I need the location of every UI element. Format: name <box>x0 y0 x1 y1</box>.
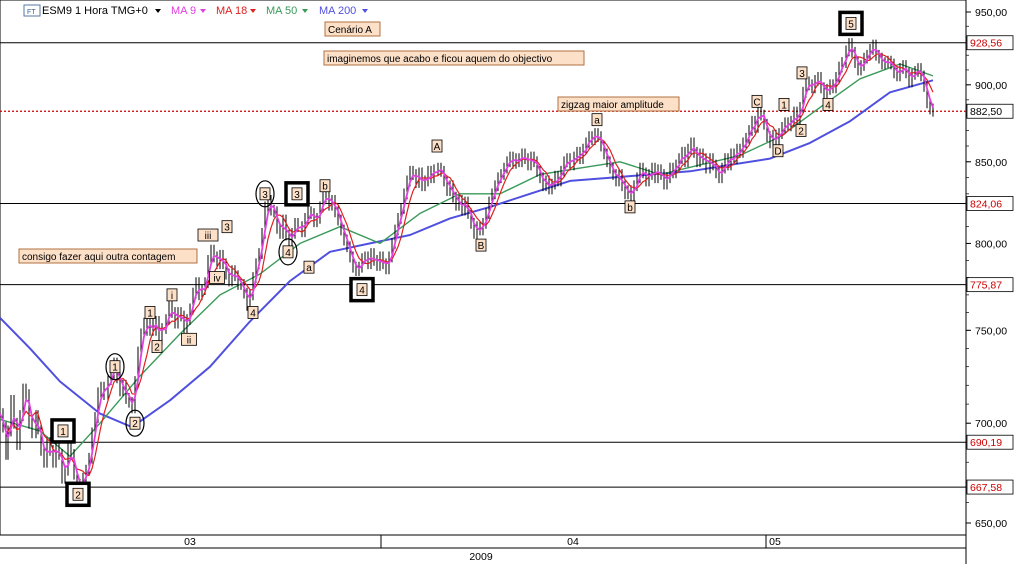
wave-label[interactable]: D <box>772 144 784 158</box>
wave-label-text: 3 <box>262 190 268 201</box>
wave-label-text: 2 <box>798 126 804 137</box>
wave-label-text: b <box>627 203 633 214</box>
y-tick-label: 900,00 <box>975 80 1007 92</box>
hline-value-label: 667,58 <box>970 482 1002 494</box>
wave-label-text: i <box>171 291 173 302</box>
hline-value-label: 824,06 <box>970 199 1002 211</box>
y-tick-label: 700,00 <box>975 418 1007 430</box>
wave-label[interactable]: 2 <box>795 124 807 137</box>
x-tick-label: 04 <box>567 536 579 548</box>
wave-label[interactable]: 3 <box>796 66 808 80</box>
wave-label[interactable]: 4 <box>349 276 375 303</box>
ma50-label[interactable]: MA 50 <box>266 5 297 17</box>
note-zigzag: zigzag maior amplitude <box>561 100 664 111</box>
wave-label[interactable]: C <box>751 94 763 108</box>
wave-label-text: 1 <box>60 427 66 438</box>
wave-label-text: D <box>774 147 781 158</box>
ma9-label[interactable]: MA 9 <box>171 5 196 17</box>
hline-value-label: 928,56 <box>970 38 1002 50</box>
wave-label[interactable]: B <box>475 238 487 252</box>
wave-label[interactable]: b <box>624 200 636 214</box>
wave-label-text: a <box>594 116 600 127</box>
chart-root: 1 2 1 2 1 2 i ii iii iv 3 4 3 3 4 b a 4 A Ba b C 1 2 D 3 4 5 950,00… <box>0 0 1015 564</box>
wave-label[interactable]: 5 <box>838 10 864 37</box>
wave-label-text: a <box>306 263 312 274</box>
wave-label-text: 2 <box>132 419 138 430</box>
wave-label[interactable]: 1 <box>144 306 156 319</box>
y-tick-label: 800,00 <box>975 238 1007 250</box>
wave-label-text: ii <box>187 335 191 346</box>
scenario-note: Cenário A <box>328 25 372 36</box>
x-tick-label: 03 <box>184 536 196 548</box>
wave-label-text: iv <box>213 273 220 284</box>
wave-label[interactable]: 1 <box>778 97 790 111</box>
symbol-label[interactable]: ESM9 1 Hora TMG+0 <box>42 5 148 17</box>
wave-label-text: 2 <box>75 490 81 501</box>
wave-label-text: 2 <box>154 343 160 354</box>
ma18-label[interactable]: MA 18 <box>216 5 247 17</box>
wave-label[interactable]: b <box>319 179 331 193</box>
y-tick-label: 950,00 <box>975 7 1007 19</box>
wave-label[interactable]: 3 <box>284 181 310 207</box>
wave-label[interactable]: 4 <box>822 97 834 111</box>
wave-label-text: 1 <box>781 100 787 111</box>
wave-label-text: 4 <box>825 100 831 111</box>
wave-label-text: b <box>322 182 328 193</box>
wave-label-text: 5 <box>848 19 854 30</box>
note-count: consigo fazer aqui outra contagem <box>22 252 175 263</box>
wave-label[interactable]: 3 <box>221 220 233 234</box>
wave-label[interactable]: iv <box>209 271 225 284</box>
y-tick-label: 750,00 <box>975 325 1007 337</box>
hline-value-label: 775,87 <box>970 280 1002 292</box>
wave-label[interactable]: a <box>303 260 315 274</box>
wave-label-text: 4 <box>285 248 291 259</box>
wave-label-text: C <box>753 97 760 108</box>
wave-label-text: A <box>434 142 441 153</box>
wave-label[interactable]: 1 <box>50 418 76 444</box>
wave-label-text: 3 <box>799 69 805 80</box>
wave-label[interactable]: 4 <box>247 306 259 319</box>
wave-label-text: iii <box>205 231 212 242</box>
x-year-label: 2009 <box>469 551 493 563</box>
note-objective: imaginemos que acabo e ficou aquem do ob… <box>327 54 553 65</box>
wave-label[interactable]: iii <box>197 228 219 242</box>
hline-value-label: 690,19 <box>970 437 1002 449</box>
last-price-label: 882,50 <box>970 106 1002 118</box>
wave-label[interactable]: a <box>591 113 603 127</box>
wave-label-text: 3 <box>294 190 300 201</box>
wave-label-text: 1 <box>112 363 118 374</box>
x-tick-label: 05 <box>769 536 781 548</box>
wave-label[interactable]: i <box>166 288 178 302</box>
y-tick-label: 650,00 <box>975 518 1007 530</box>
price-chart[interactable]: 121212iiiiiiiv343 34ba4ABabC 12D345 950,00… <box>0 0 1015 564</box>
wave-label[interactable]: 2 <box>151 340 163 354</box>
wave-label[interactable]: A <box>431 139 443 153</box>
ft-logo-icon-text: FT <box>27 9 36 16</box>
wave-label-text: B <box>478 241 485 252</box>
wave-label[interactable]: 2 <box>65 481 91 508</box>
wave-label-text: 3 <box>224 223 230 234</box>
wave-label-text: 1 <box>147 308 153 319</box>
wave-label-text: 4 <box>250 308 256 319</box>
ma200-label[interactable]: MA 200 <box>319 5 356 17</box>
y-tick-label: 850,00 <box>975 157 1007 169</box>
wave-label-text: 4 <box>359 286 365 297</box>
wave-label[interactable]: ii <box>181 332 197 346</box>
